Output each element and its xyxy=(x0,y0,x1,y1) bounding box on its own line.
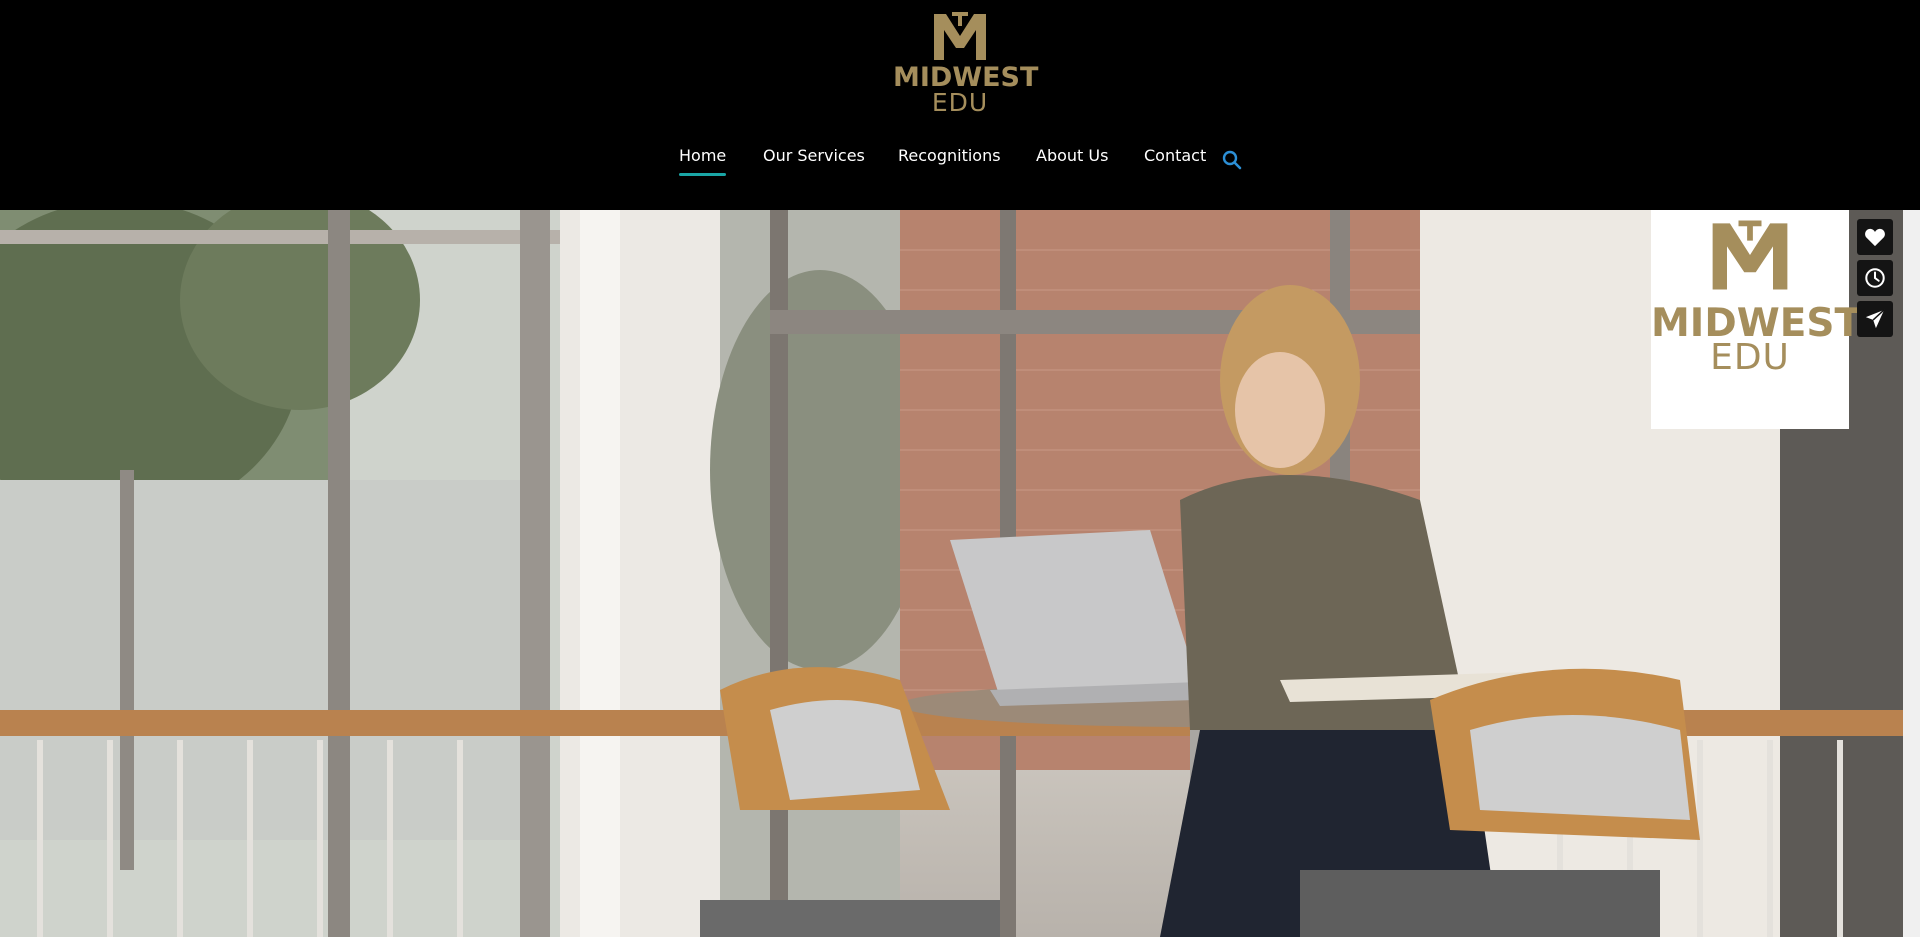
page-scrollbar[interactable] xyxy=(1903,210,1920,937)
nav-home[interactable]: Home xyxy=(679,146,727,176)
send-icon xyxy=(1865,309,1885,329)
site-logo[interactable]: MIDWEST EDU xyxy=(893,10,1038,118)
heart-icon xyxy=(1865,228,1885,247)
recent-button[interactable] xyxy=(1857,260,1893,296)
badge-logo[interactable]: MIDWEST EDU xyxy=(1651,210,1861,429)
hero-photo xyxy=(0,210,1903,937)
student-with-laptop-photo xyxy=(0,210,1903,937)
send-button[interactable] xyxy=(1857,301,1893,337)
nav-our-services[interactable]: Our Services xyxy=(763,146,865,165)
nav-about-us[interactable]: About Us xyxy=(1036,146,1108,165)
midwest-monogram-icon xyxy=(934,12,986,60)
clock-icon xyxy=(1865,268,1885,288)
main-nav: Home Our Services Recognitions About Us … xyxy=(0,146,1920,186)
search-icon[interactable] xyxy=(1222,150,1242,174)
logo-line2: EDU xyxy=(931,88,989,117)
site-header: MIDWEST EDU Home Our Services Recognitio… xyxy=(0,0,1920,210)
badge-logo-line2: EDU xyxy=(1710,337,1790,378)
midwest-monogram-icon xyxy=(1712,220,1788,290)
nav-recognitions[interactable]: Recognitions xyxy=(898,146,1001,165)
favorite-button[interactable] xyxy=(1857,219,1893,255)
nav-contact[interactable]: Contact xyxy=(1144,146,1206,165)
